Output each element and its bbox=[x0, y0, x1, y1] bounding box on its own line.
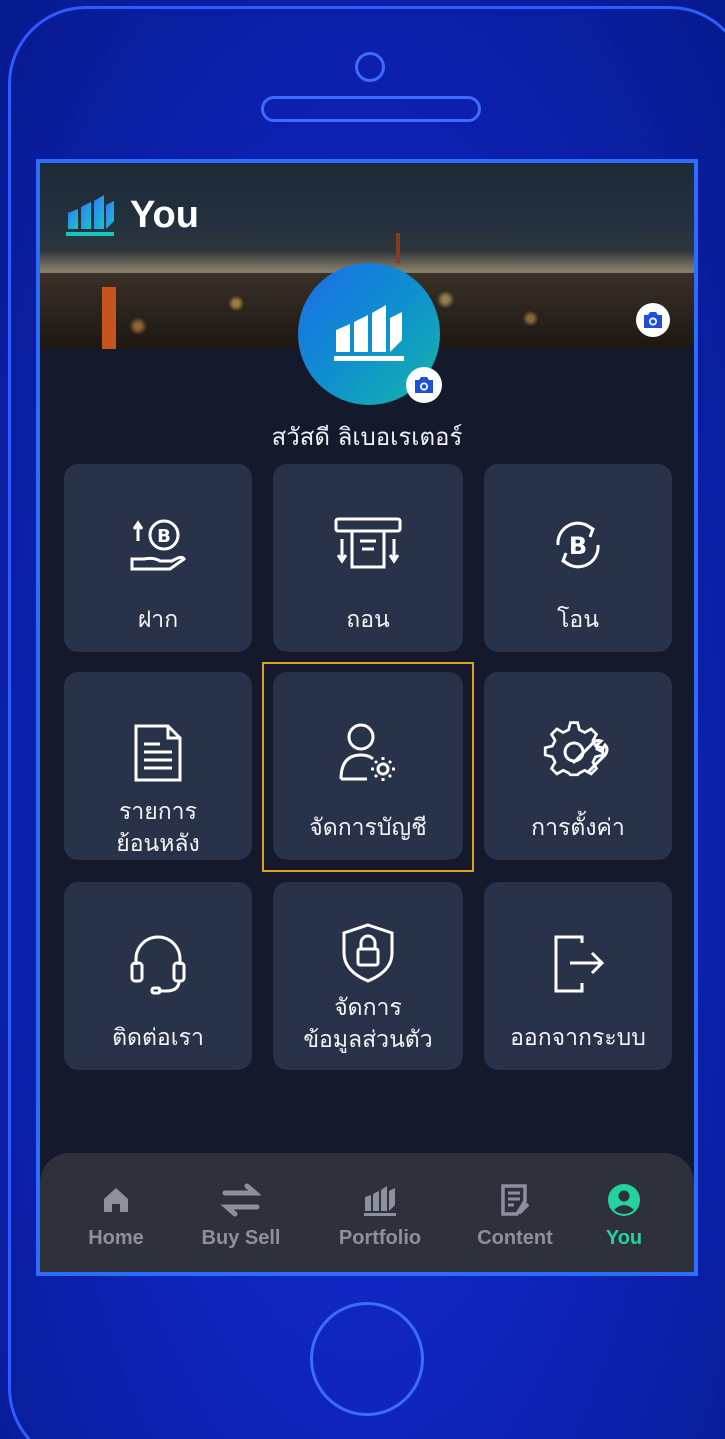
speaker-bar bbox=[261, 96, 481, 122]
home-icon bbox=[104, 1188, 128, 1212]
camera-icon bbox=[415, 377, 433, 393]
withdraw-label: ถอน bbox=[346, 607, 390, 633]
content-icon bbox=[501, 1184, 530, 1216]
headset-icon bbox=[130, 935, 186, 995]
privacy-shield-icon bbox=[342, 923, 394, 983]
svg-text:B: B bbox=[157, 526, 171, 547]
change-avatar-button[interactable] bbox=[406, 367, 442, 403]
privacy-label: จัดการ ข้อมูลส่วนตัว bbox=[303, 995, 433, 1053]
withdraw-icon bbox=[334, 517, 402, 569]
settings-icon bbox=[543, 721, 609, 777]
settings-tile[interactable]: การตั้งค่า bbox=[484, 672, 672, 860]
settings-label: การตั้งค่า bbox=[531, 815, 625, 841]
transfer-label: โอน bbox=[557, 607, 599, 633]
transfer-icon: B bbox=[556, 521, 600, 569]
nav-you[interactable]: You bbox=[596, 1181, 652, 1250]
selection-outline bbox=[262, 662, 474, 872]
transfer-tile[interactable]: B โอน bbox=[484, 464, 672, 652]
greeting-text: สวัสดี ลิเบอเรเตอร์ bbox=[271, 423, 463, 451]
page-title: You bbox=[130, 193, 199, 236]
nav-buy-sell[interactable]: Buy Sell bbox=[196, 1181, 286, 1250]
nav-content[interactable]: Content bbox=[470, 1181, 560, 1250]
app-screen: You สวัสดี ลิเบอเรเตอร์ B ฝาก ถอน B โอน … bbox=[36, 159, 698, 1276]
logout-label: ออกจากระบบ bbox=[510, 1025, 646, 1051]
profile-icon bbox=[608, 1184, 640, 1216]
portfolio-icon bbox=[364, 1186, 396, 1216]
deposit-label: ฝาก bbox=[137, 607, 179, 633]
contact-us-tile[interactable]: ติดต่อเรา bbox=[64, 882, 252, 1070]
history-icon bbox=[134, 724, 182, 782]
swap-icon bbox=[221, 1183, 261, 1217]
withdraw-tile[interactable]: ถอน bbox=[273, 464, 463, 652]
camera-dot bbox=[355, 52, 385, 82]
deposit-tile[interactable]: B ฝาก bbox=[64, 464, 252, 652]
svg-text:B: B bbox=[569, 532, 587, 560]
device-background: You สวัสดี ลิเบอเรเตอร์ B ฝาก ถอน B โอน … bbox=[0, 0, 725, 1439]
change-cover-button[interactable] bbox=[636, 303, 670, 337]
history-tile[interactable]: รายการ ย้อนหลัง bbox=[64, 672, 252, 860]
home-hardware-button bbox=[310, 1302, 424, 1416]
header: You bbox=[64, 189, 199, 241]
bottom-navigation: Home Buy Sell Portfolio Content You bbox=[40, 1153, 694, 1272]
bridge-tower bbox=[102, 287, 116, 349]
avatar-logo-icon bbox=[334, 305, 404, 361]
history-label: รายการ ย้อนหลัง bbox=[116, 799, 200, 857]
privacy-tile[interactable]: จัดการ ข้อมูลส่วนตัว bbox=[273, 882, 463, 1070]
nav-portfolio[interactable]: Portfolio bbox=[330, 1181, 430, 1250]
nav-home[interactable]: Home bbox=[80, 1181, 152, 1250]
app-logo-icon bbox=[66, 195, 114, 236]
deposit-icon: B bbox=[130, 519, 186, 571]
logout-icon bbox=[554, 935, 605, 993]
camera-icon bbox=[644, 312, 662, 328]
logout-tile[interactable]: ออกจากระบบ bbox=[484, 882, 672, 1070]
contact-us-label: ติดต่อเรา bbox=[112, 1025, 204, 1051]
